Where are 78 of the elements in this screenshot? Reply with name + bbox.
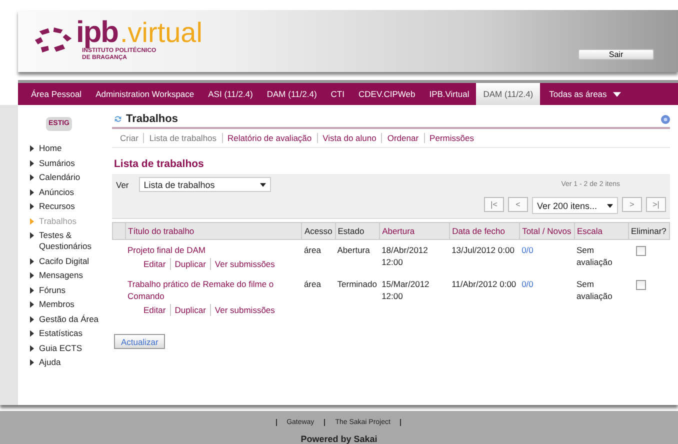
tool-menu-link[interactable]: Ordenar xyxy=(381,133,424,143)
column-header[interactable]: Abertura xyxy=(380,222,450,240)
site-tab[interactable]: Área Pessoal xyxy=(24,83,89,105)
table-cell-text: 11/Abr/2012 0:00 xyxy=(450,278,518,291)
caret-icon xyxy=(260,182,266,186)
caret-icon xyxy=(612,92,621,96)
last-page-button[interactable]: >| xyxy=(646,197,666,212)
column-header[interactable]: Estado xyxy=(335,222,380,240)
site-tab[interactable]: IPB.Virtual xyxy=(422,83,476,105)
table-cell: Sem avaliação xyxy=(574,240,628,274)
table-cell: Abertura xyxy=(335,240,380,274)
column-header[interactable]: Título do trabalho xyxy=(126,222,302,240)
view-dropdown[interactable]: Lista de trabalhos xyxy=(138,177,271,192)
sidebar-item[interactable]: Guia ECTS xyxy=(39,342,103,354)
site-tab[interactable]: DAM (11/2.4) xyxy=(260,83,324,105)
action-link[interactable]: Duplicar xyxy=(170,304,210,316)
column-header[interactable]: Escala xyxy=(574,222,628,240)
table-cell-text: área xyxy=(302,278,322,291)
column-header[interactable]: Eliminar? xyxy=(628,222,670,240)
sidebar-item[interactable]: Testes & Questionários xyxy=(39,230,103,252)
table-cell: 13/Jul/2012 0:00 xyxy=(450,240,520,274)
powered-by-text: Powered by Sakai xyxy=(300,434,378,444)
table-cell-text: 15/Mar/2012 12:00 xyxy=(380,278,430,303)
sidebar-item[interactable]: Ajuda xyxy=(39,357,103,368)
sidebar-item[interactable]: Home xyxy=(39,143,103,154)
tool-menu-link[interactable]: Relatório de avaliação xyxy=(222,133,317,143)
site-tab[interactable]: CDEV.CIPWeb xyxy=(352,83,422,105)
site-tab[interactable]: Administration Workspace xyxy=(88,83,202,105)
sidebar-item[interactable]: Fóruns xyxy=(39,284,103,296)
view-label: Ver xyxy=(116,180,129,190)
sidebar-item[interactable]: Gestão da Área xyxy=(39,314,103,324)
table-cell-text: Sem avaliação xyxy=(575,278,614,303)
site-tab[interactable]: ASI (11/2.4) xyxy=(201,83,260,105)
first-page-button[interactable]: |< xyxy=(484,197,504,212)
tool-menu-link[interactable]: Permissões xyxy=(424,133,479,143)
prev-page-button[interactable]: < xyxy=(508,197,528,212)
sidebar-item[interactable]: Cacifo Digital xyxy=(39,256,103,266)
page-size-dropdown[interactable]: Ver 200 itens... xyxy=(532,197,618,214)
logout-button[interactable]: Sair xyxy=(578,49,654,60)
delete-checkbox[interactable] xyxy=(636,280,646,290)
caret-icon xyxy=(607,204,613,208)
sidebar-item[interactable]: Anúncios xyxy=(39,186,103,198)
column-header[interactable]: Total / Novos xyxy=(520,222,574,240)
sidebar-item[interactable]: Mensagens xyxy=(39,270,103,281)
column-header[interactable]: Data de fecho xyxy=(450,222,520,240)
assignment-link[interactable]: Trabalho prático de Remake do filme o Comando xyxy=(128,278,298,302)
help-icon[interactable] xyxy=(661,114,670,124)
site-tab[interactable]: DAM (11/2.4) xyxy=(476,83,540,105)
submissions-link[interactable]: 0/0 xyxy=(520,274,574,320)
logo-suffix: .virtual xyxy=(120,18,202,47)
action-link[interactable]: Ver submissões xyxy=(210,304,279,316)
submissions-link[interactable]: 0/0 xyxy=(520,240,574,274)
sidebar-item[interactable]: Sumários xyxy=(39,158,103,168)
column-header[interactable]: Acesso xyxy=(302,222,336,240)
table-cell: área xyxy=(302,240,336,274)
next-page-button[interactable]: > xyxy=(622,197,642,212)
sidebar-item[interactable]: Estatísticas xyxy=(39,328,103,339)
delete-checkbox[interactable] xyxy=(636,246,646,256)
all-sites-tab[interactable]: Todas as áreas xyxy=(540,83,628,105)
tool-menu-link[interactable]: Criar xyxy=(120,133,144,143)
sidebar-item[interactable]: Recursos xyxy=(39,201,103,212)
logo-wordmark: ipb xyxy=(76,18,118,48)
update-button[interactable]: Actualizar xyxy=(114,334,166,349)
action-link[interactable]: Editar xyxy=(140,304,170,316)
sidebar-item[interactable]: Calendário xyxy=(39,172,103,183)
sidebar-item[interactable]: Membros xyxy=(39,299,103,310)
assignment-link[interactable]: Projeto final de DAM xyxy=(128,244,298,256)
table-cell-text: Terminado xyxy=(336,278,378,291)
action-link[interactable]: Editar xyxy=(140,258,170,270)
site-tab[interactable]: CTI xyxy=(324,83,352,105)
action-link[interactable]: Duplicar xyxy=(170,258,210,270)
refresh-icon[interactable] xyxy=(114,115,122,123)
tool-title: Trabalhos xyxy=(126,113,178,125)
table-cell: 18/Abr/2012 12:00 xyxy=(380,240,450,274)
tool-menu-link[interactable]: Vista do aluno xyxy=(316,133,382,143)
action-link[interactable]: Ver submissões xyxy=(210,258,279,270)
tool-menu-link[interactable]: Lista de trabalhos xyxy=(143,133,222,143)
section-heading: Lista de trabalhos xyxy=(114,158,205,170)
